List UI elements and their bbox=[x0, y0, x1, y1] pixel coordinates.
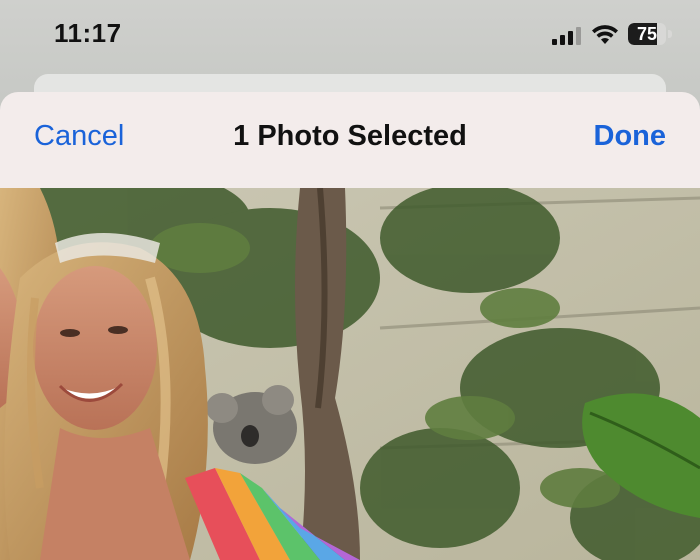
signal-icon bbox=[552, 27, 581, 45]
photo-image bbox=[0, 188, 700, 560]
battery-icon: 75 bbox=[628, 23, 672, 45]
navigation-bar: 1 Photo Selected Cancel Done bbox=[0, 92, 700, 188]
battery-body: 75 bbox=[628, 23, 666, 45]
done-button[interactable]: Done bbox=[594, 120, 667, 153]
battery-cap bbox=[668, 30, 672, 38]
wifi-icon bbox=[592, 25, 618, 44]
cancel-button[interactable]: Cancel bbox=[34, 120, 124, 153]
status-bar: 11:17 75 bbox=[0, 0, 700, 70]
status-time: 11:17 bbox=[54, 18, 122, 48]
selected-photo bbox=[0, 188, 700, 560]
battery-level: 75 bbox=[636, 24, 658, 44]
